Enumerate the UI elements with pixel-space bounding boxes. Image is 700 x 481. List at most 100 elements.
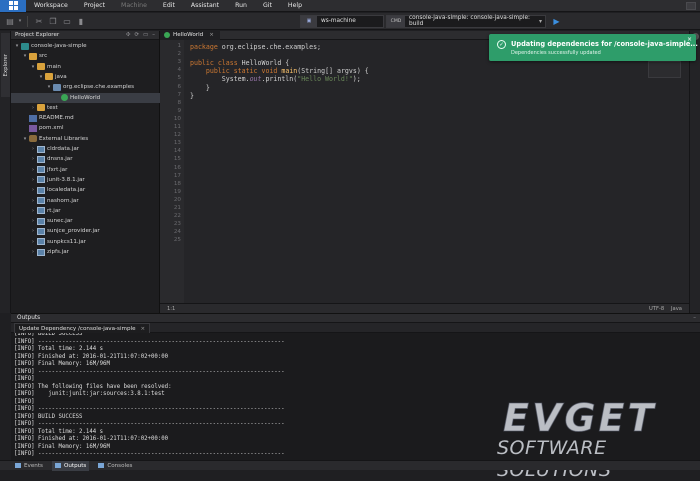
notification-title: Updating dependencies for /console-java-… (511, 40, 698, 48)
folder-icon (45, 73, 53, 81)
menu-git[interactable]: Git (255, 0, 280, 12)
console-line: [INFO] junit:junit:jar:sources:3.8.1:tes… (14, 391, 165, 397)
project-menu-icon[interactable]: ▤ (3, 14, 17, 28)
che-logo-button[interactable] (0, 0, 26, 12)
collapse-icon[interactable]: ▭ (143, 32, 148, 38)
machine-selector[interactable]: ▣ ws-machine (300, 14, 384, 28)
line-number: 19 (173, 188, 181, 195)
bottom-tab-label: Outputs (63, 462, 87, 469)
menu-project[interactable]: Project (76, 0, 113, 12)
chevron-down-icon[interactable]: ▾ (14, 43, 20, 49)
menu-run[interactable]: Run (227, 0, 255, 12)
refresh-icon[interactable]: ⟳ (134, 32, 139, 38)
minimize-icon[interactable]: – (152, 32, 155, 38)
chevron-down-icon: ▾ (538, 17, 542, 25)
chevron-down-icon[interactable]: ▾ (46, 84, 52, 90)
link-editor-icon[interactable]: ✣ (126, 32, 131, 38)
console-line: [INFO] Total time: 2.144 s (14, 346, 104, 352)
tree-item[interactable]: ▾ External Libraries (11, 134, 160, 144)
editor-tab-helloworld[interactable]: HelloWorld × (160, 30, 220, 40)
evget-watermark-tagline: SOFTWARE SOLUTIONS (497, 437, 612, 481)
file-language: Java (671, 306, 682, 312)
paste-icon[interactable]: ▭ (60, 14, 74, 28)
console-line: [INFO] (14, 398, 35, 405)
console-line: [INFO] BUILD SUCCESS (14, 413, 83, 420)
chevron-right-icon[interactable]: › (30, 239, 36, 245)
panel-toggle-button[interactable] (686, 1, 696, 10)
output-tab-label: Update Dependency /console-java-simple (19, 325, 136, 332)
tree-item[interactable]: ▾ console-java-simple (11, 41, 160, 51)
tree-item[interactable]: › zipfs.jar (11, 247, 160, 257)
line-number: 13 (173, 140, 181, 147)
tree-item[interactable]: ▾ java (11, 72, 160, 82)
notification-toast[interactable]: ✓ Updating dependencies for /console-jav… (489, 34, 698, 61)
chevron-right-icon[interactable]: › (30, 156, 36, 162)
line-number: 9 (177, 107, 181, 114)
command-name: console-java-simple: console-java-simple… (409, 15, 530, 27)
output-tab-update-dependency[interactable]: Update Dependency /console-java-simple × (14, 323, 151, 333)
chevron-down-icon[interactable]: ▾ (22, 53, 28, 59)
minimize-icon[interactable]: – (693, 315, 696, 321)
chevron-right-icon[interactable]: › (30, 218, 36, 224)
tree-item[interactable]: › dnsns.jar (11, 154, 160, 164)
toolbar: ▤ ▾ ✂ ❐ ▭ ▮ ▣ ws-machine CMD console-jav… (0, 13, 700, 30)
chevron-down-icon[interactable]: ▾ (30, 64, 36, 70)
menu-help[interactable]: Help (280, 0, 310, 12)
menu-edit[interactable]: Edit (155, 0, 183, 12)
line-number: 5 (177, 75, 181, 82)
editor-status-bar: 1:1 UTF-8 Java (160, 303, 689, 313)
chevron-down-icon[interactable]: ▾ (38, 74, 44, 80)
tree-item[interactable]: › rt.jar (11, 206, 160, 216)
toolbar-divider (27, 15, 28, 27)
close-icon[interactable]: × (209, 32, 214, 38)
tree-item[interactable]: › sunec.jar (11, 216, 160, 226)
chevron-right-icon[interactable]: › (30, 146, 36, 152)
project-explorer-header: Project Explorer ✣ ⟳ ▭ – (11, 31, 159, 40)
command-selector[interactable]: CMD console-java-simple: console-java-si… (386, 14, 546, 28)
chevron-right-icon[interactable]: › (30, 177, 36, 183)
explorer-side-tab[interactable]: Explorer (1, 33, 10, 97)
chevron-right-icon[interactable]: › (30, 228, 36, 234)
chevron-right-icon[interactable]: › (30, 208, 36, 214)
tree-item[interactable]: README.md (11, 113, 160, 123)
tree-item[interactable]: › nashorn.jar (11, 196, 160, 206)
delete-icon[interactable]: ▮ (74, 14, 88, 28)
line-number: 18 (173, 180, 181, 187)
line-number: 4 (177, 67, 181, 74)
bottom-tab-outputs[interactable]: Outputs (51, 460, 90, 471)
console-line: [INFO] Final Memory: 16M/96M (14, 443, 110, 450)
chevron-right-icon[interactable]: › (30, 105, 36, 111)
chevron-down-icon[interactable]: ▾ (17, 14, 23, 28)
cut-icon[interactable]: ✂ (32, 14, 46, 28)
chevron-right-icon[interactable]: › (30, 249, 36, 255)
tree-item[interactable]: › localedata.jar (11, 185, 160, 195)
tree-item[interactable]: › cldrdata.jar (11, 144, 160, 154)
tree-item[interactable]: ▾ main (11, 62, 160, 72)
bottom-tab-consoles[interactable]: Consoles (95, 461, 135, 471)
copy-icon[interactable]: ❐ (46, 14, 60, 28)
chevron-down-icon[interactable]: ▾ (22, 136, 28, 142)
close-icon[interactable]: × (687, 36, 692, 43)
tree-item-label: console-java-simple (31, 43, 87, 49)
tree-item[interactable]: › jfxrt.jar (11, 165, 160, 175)
code-editor[interactable]: package org.eclipse.che.examples; public … (190, 40, 689, 303)
line-number-gutter: 1 2 3 4 5 6 7 8 9 10 11 12 13 14 15 16 17 18 19 20 21 22 23 24 2… (160, 40, 184, 303)
menu-assistant[interactable]: Assistant (183, 0, 227, 12)
menu-workspace[interactable]: Workspace (26, 0, 76, 12)
tree-item[interactable]: ▾ src (11, 51, 160, 61)
tree-item[interactable]: › sunpkcs11.jar (11, 237, 160, 247)
run-button[interactable]: ▶ (550, 15, 563, 28)
package-icon (53, 83, 61, 91)
chevron-right-icon[interactable]: › (30, 198, 36, 204)
tree-item[interactable]: ▾ org.eclipse.che.examples (11, 82, 160, 92)
tree-item[interactable]: pom.xml (11, 123, 160, 133)
chevron-right-icon[interactable]: › (30, 167, 36, 173)
close-icon[interactable]: × (141, 326, 146, 332)
chevron-right-icon[interactable]: › (30, 187, 36, 193)
tree-item[interactable]: › test (11, 103, 160, 113)
tree-item[interactable]: HelloWorld (11, 92, 160, 103)
bottom-tab-events[interactable]: Events (12, 461, 46, 471)
cursor-position: 1:1 (167, 306, 176, 312)
tree-item[interactable]: › sunjce_provider.jar (11, 226, 160, 236)
tree-item[interactable]: › junit-3.8.1.jar (11, 175, 160, 185)
